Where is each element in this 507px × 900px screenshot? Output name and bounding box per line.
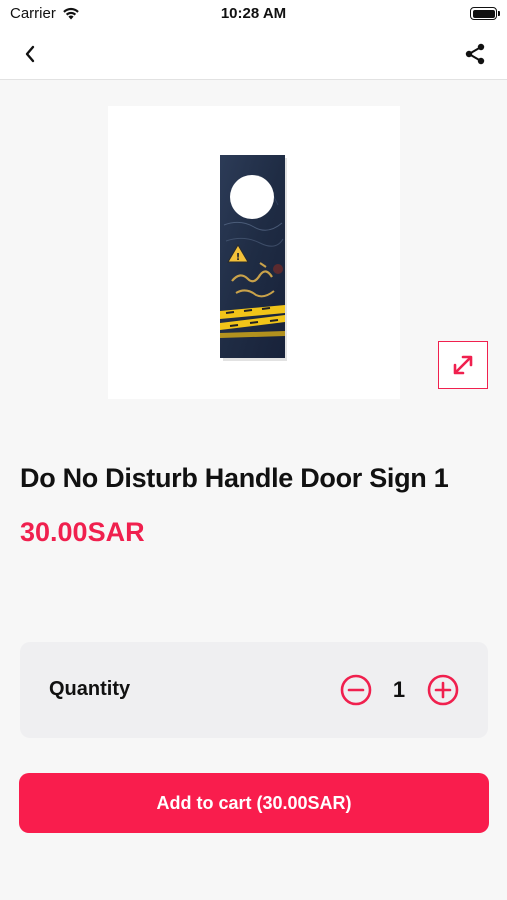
add-to-cart-button[interactable]: Add to cart (30.00SAR) — [19, 773, 489, 833]
expand-image-button[interactable] — [438, 341, 488, 389]
plus-circle-icon — [427, 674, 459, 706]
product-price: 30.00SAR — [20, 517, 145, 547]
door-sign-image: ! — [220, 155, 287, 361]
quantity-card: Quantity 1 — [20, 642, 488, 738]
chevron-left-icon — [25, 45, 35, 63]
quantity-value: 1 — [392, 677, 406, 702]
product-image[interactable]: ! — [108, 106, 400, 399]
share-button[interactable] — [459, 38, 491, 70]
share-icon — [465, 43, 485, 65]
status-time: 10:28 AM — [220, 5, 287, 22]
expand-icon — [453, 355, 473, 375]
svg-text:!: ! — [236, 252, 241, 263]
quantity-label: Quantity — [49, 678, 131, 700]
product-title: Do No Disturb Handle Door Sign 1 — [20, 463, 449, 493]
status-bar: Carrier 10:28 AM — [0, 0, 507, 28]
nav-bar — [0, 28, 507, 80]
increase-quantity-button[interactable] — [427, 674, 459, 706]
minus-circle-icon — [340, 674, 372, 706]
decrease-quantity-button[interactable] — [340, 674, 372, 706]
back-button[interactable] — [14, 38, 46, 70]
battery-icon — [470, 7, 500, 20]
